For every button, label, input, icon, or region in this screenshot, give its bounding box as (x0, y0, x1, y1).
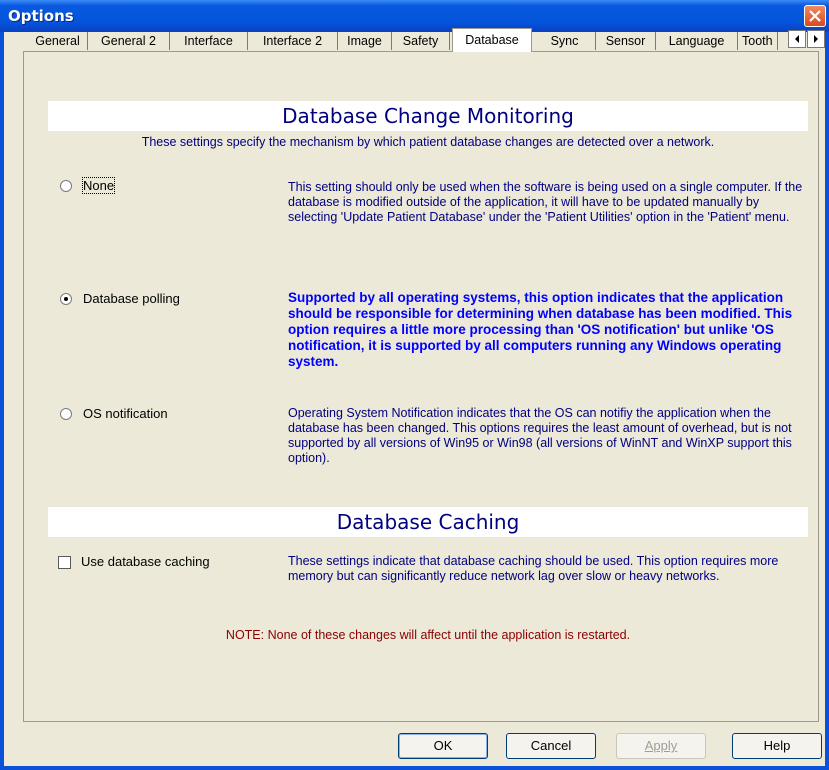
tab-general[interactable]: General (28, 32, 88, 50)
close-button[interactable] (804, 5, 826, 27)
os-notification-description: Operating System Notification indicates … (288, 406, 792, 465)
tab-image[interactable]: Image (338, 32, 392, 50)
apply-button[interactable]: Apply (616, 733, 706, 759)
radio-none-label[interactable]: None (81, 177, 116, 194)
radio-os-notification[interactable] (60, 408, 72, 420)
radio-none[interactable] (60, 180, 72, 192)
tab-strip: General General 2 Interface Interface 2 … (28, 28, 829, 52)
caching-heading: Database Caching (48, 507, 808, 537)
radio-os-notification-label[interactable]: OS notification (83, 406, 168, 421)
arrow-right-icon (814, 35, 818, 43)
restart-note: NOTE: None of these changes will affect … (225, 628, 631, 642)
radio-database-polling-label[interactable]: Database polling (83, 291, 180, 306)
arrow-left-icon (795, 35, 799, 43)
tab-scroll-right-button[interactable] (807, 30, 825, 48)
radio-database-polling[interactable] (60, 293, 72, 305)
tab-interface-2[interactable]: Interface 2 (248, 32, 338, 50)
window-title: Options (8, 7, 74, 25)
tab-safety[interactable]: Safety (392, 32, 450, 50)
tab-scroll-left-button[interactable] (788, 30, 806, 48)
use-database-caching-checkbox[interactable] (58, 556, 71, 569)
cancel-button[interactable]: Cancel (506, 733, 596, 759)
tab-sync[interactable]: Sync (534, 32, 596, 50)
tab-sensor[interactable]: Sensor (596, 32, 656, 50)
use-database-caching-label[interactable]: Use database caching (81, 554, 210, 569)
tab-database[interactable]: Database (452, 28, 532, 52)
database-polling-description: Supported by all operating systems, this… (288, 290, 793, 369)
ok-button[interactable]: OK (398, 733, 488, 759)
monitoring-heading: Database Change Monitoring (48, 101, 808, 131)
none-description: This setting should only be used when th… (288, 180, 803, 224)
tab-language[interactable]: Language (656, 32, 738, 50)
tab-general-2[interactable]: General 2 (88, 32, 170, 50)
caching-description: These settings indicate that database ca… (288, 554, 779, 583)
close-icon (809, 10, 821, 22)
tab-interface[interactable]: Interface (170, 32, 248, 50)
database-tab-panel (23, 51, 819, 722)
help-button[interactable]: Help (732, 733, 822, 759)
tab-tooth[interactable]: Tooth (738, 32, 778, 50)
monitoring-subtitle: These settings specify the mechanism by … (141, 135, 715, 149)
